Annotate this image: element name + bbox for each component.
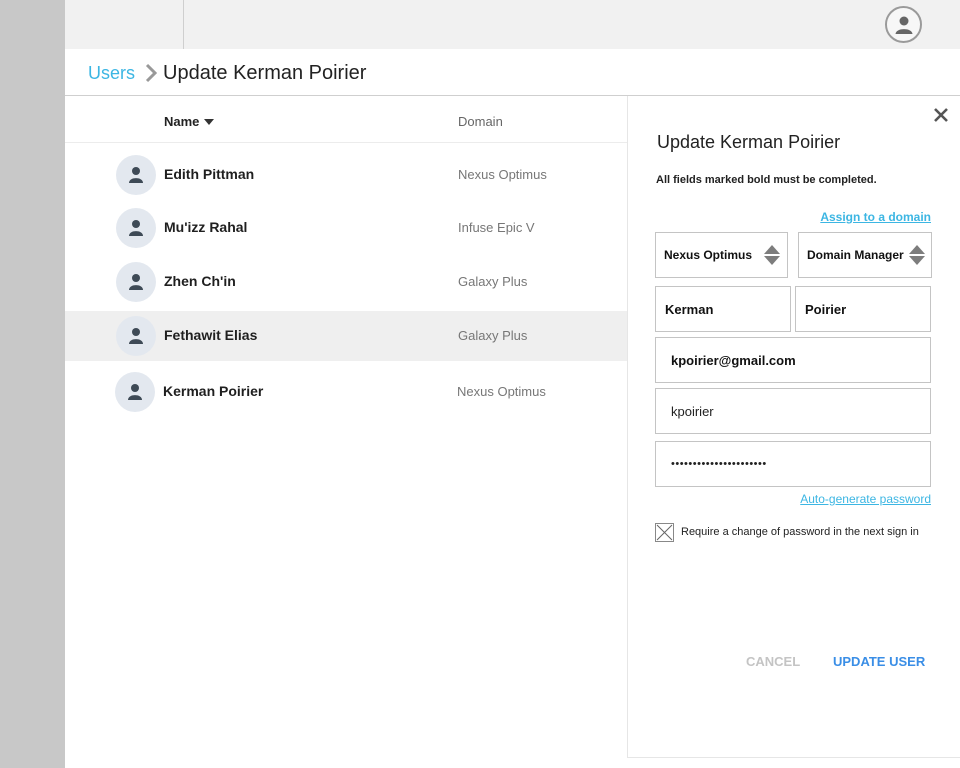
table-row[interactable]: Zhen Ch'in Galaxy Plus <box>65 257 627 307</box>
auto-generate-password-link[interactable]: Auto-generate password <box>800 492 931 506</box>
user-name: Kerman Poirier <box>163 383 264 399</box>
domain-select-value: Nexus Optimus <box>664 248 753 262</box>
require-password-change-label: Require a change of password in the next… <box>681 526 919 538</box>
user-avatar-icon <box>116 316 156 356</box>
column-header-domain[interactable]: Domain <box>458 114 503 129</box>
user-name: Edith Pittman <box>164 166 255 182</box>
user-domain: Infuse Epic V <box>458 220 535 235</box>
left-rail <box>0 0 65 768</box>
table-row[interactable]: Kerman Poirier Nexus Optimus <box>65 367 627 417</box>
user-avatar-icon <box>116 262 156 302</box>
require-password-change-checkbox[interactable] <box>655 523 674 542</box>
user-avatar-icon[interactable] <box>885 6 922 43</box>
checkbox-x-icon <box>656 524 673 541</box>
user-name: Zhen Ch'in <box>164 273 236 289</box>
user-avatar-icon <box>115 372 155 412</box>
table-row[interactable]: Mu'izz Rahal Infuse Epic V <box>65 203 627 253</box>
table-row-selected[interactable]: Fethawit Elias Galaxy Plus <box>65 311 627 361</box>
column-header-name[interactable]: Name <box>164 114 215 129</box>
user-domain: Galaxy Plus <box>458 328 528 343</box>
user-name: Mu'izz Rahal <box>164 219 248 235</box>
caret-down-icon <box>204 118 215 125</box>
role-select[interactable]: Domain Manager <box>798 232 932 278</box>
role-select-value: Domain Manager <box>807 248 904 262</box>
panel-title: Update Kerman Poirier <box>657 132 841 152</box>
last-name-field[interactable]: Poirier <box>795 286 931 332</box>
topbar-divider <box>183 0 184 49</box>
password-field[interactable]: •••••••••••••••••••••• <box>655 441 931 487</box>
user-avatar-icon <box>116 208 156 248</box>
assign-domain-link[interactable]: Assign to a domain <box>820 210 931 224</box>
column-header-name-label: Name <box>164 114 200 129</box>
cancel-button[interactable]: CANCEL <box>746 654 800 669</box>
required-fields-note: All fields marked bold must be completed… <box>656 174 877 186</box>
user-domain: Nexus Optimus <box>458 167 547 182</box>
email-field[interactable]: kpoirier@gmail.com <box>655 337 931 383</box>
select-arrows-icon <box>909 245 925 265</box>
first-name-field[interactable]: Kerman <box>655 286 791 332</box>
update-user-panel: Update Kerman Poirier All fields marked … <box>627 96 960 758</box>
domain-select[interactable]: Nexus Optimus <box>655 232 788 278</box>
user-domain: Nexus Optimus <box>457 384 546 399</box>
user-name: Fethawit Elias <box>164 327 258 343</box>
page-title: Update Kerman Poirier <box>163 61 367 84</box>
table-row[interactable]: Edith Pittman Nexus Optimus <box>65 150 627 200</box>
update-user-button[interactable]: UPDATE USER <box>833 654 925 669</box>
breadcrumb: Users Update Kerman Poirier <box>88 58 366 88</box>
user-avatar-icon <box>116 155 156 195</box>
table-header-divider <box>65 142 627 143</box>
chevron-right-icon <box>145 63 158 83</box>
close-icon[interactable] <box>930 104 952 126</box>
breadcrumb-users-link[interactable]: Users <box>88 63 135 84</box>
top-bar <box>65 0 960 49</box>
username-field[interactable]: kpoirier <box>655 388 931 434</box>
user-domain: Galaxy Plus <box>458 274 528 289</box>
select-arrows-icon <box>764 245 780 265</box>
